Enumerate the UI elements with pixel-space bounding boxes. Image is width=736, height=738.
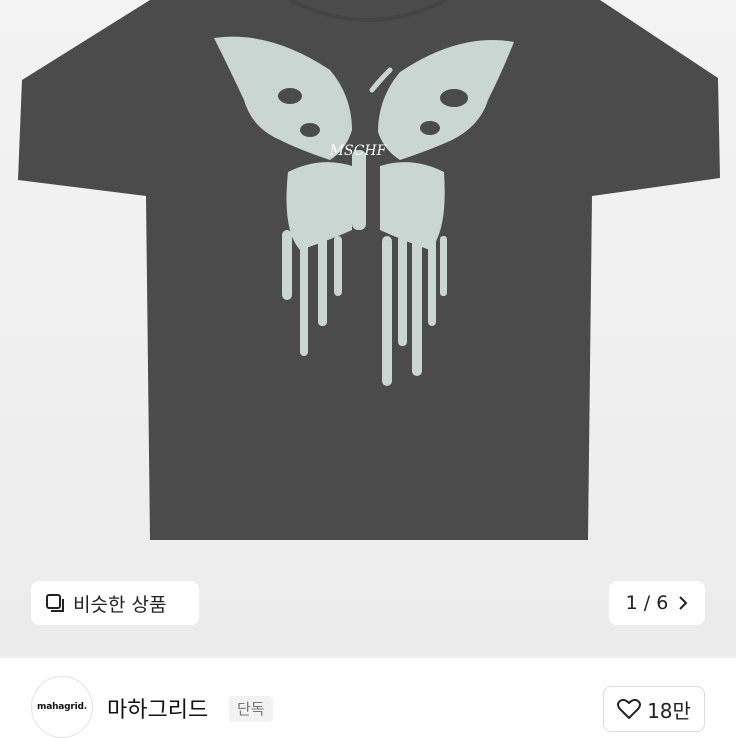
image-pager[interactable]: 1 / 6 xyxy=(609,581,705,625)
like-count: 18만 xyxy=(647,698,691,723)
similar-products-label: 비슷한 상품 xyxy=(73,593,167,616)
shop-name[interactable]: 마하그리드 xyxy=(107,692,208,724)
like-button[interactable]: 18만 xyxy=(603,686,705,732)
similar-products-button[interactable]: 비슷한 상품 xyxy=(31,581,199,625)
shop-info-row: mahagrid. 마하그리드 단독 18만 xyxy=(0,658,736,738)
shop-avatar[interactable]: mahagrid. xyxy=(31,676,93,738)
shirt-print-logo: MSCHF xyxy=(329,143,388,159)
tshirt-illustration: MSCHF xyxy=(18,0,720,540)
product-image[interactable]: MSCHF xyxy=(0,0,736,656)
shop-logo-text: mahagrid. xyxy=(37,702,87,712)
exclusive-badge: 단독 xyxy=(229,696,273,722)
pager-text: 1 / 6 xyxy=(625,592,669,614)
similar-products-icon xyxy=(46,594,64,612)
heart-outline-icon xyxy=(617,698,642,719)
chevron-right-icon xyxy=(679,596,688,610)
tshirt-shape xyxy=(18,0,720,540)
